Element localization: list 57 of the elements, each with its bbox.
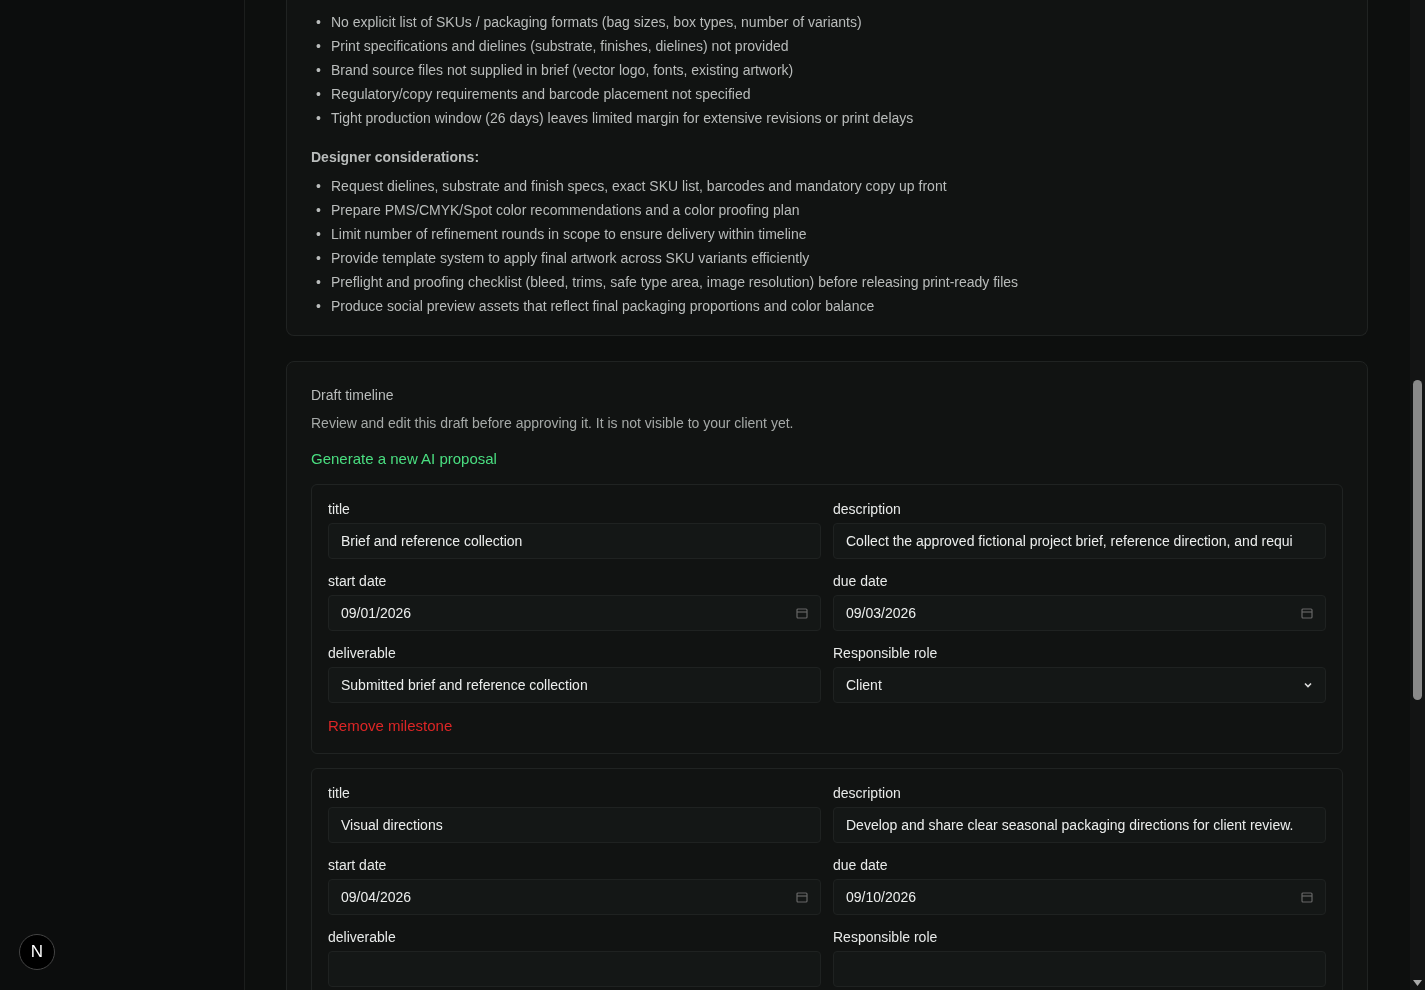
section-title: Draft timeline — [311, 386, 395, 405]
calendar-icon — [796, 891, 808, 903]
bullet-marker: • — [316, 13, 322, 31]
bullet-item: Print specifications and dielines (substrate, finishes, dielines) not provided — [331, 37, 789, 55]
select-field[interactable]: Client — [833, 667, 1326, 703]
bullet-item: Regulatory/copy requirements and barcode placement not specified — [331, 85, 751, 103]
chevron-down-icon — [1303, 680, 1313, 690]
bullet-marker: • — [316, 61, 322, 79]
bullet-marker: • — [316, 225, 322, 243]
bullet-marker: • — [316, 85, 322, 103]
field-label: deliverable — [328, 645, 397, 661]
scrollbar[interactable] — [1410, 0, 1425, 990]
input-field[interactable]: Visual directions — [328, 807, 821, 843]
field-label: start date — [328, 857, 388, 873]
generate-link[interactable]: Generate a new AI proposal — [311, 448, 497, 470]
field-label: due date — [833, 857, 889, 873]
input-field[interactable]: Collect the approved fictional project brief, reference direction, and requi — [833, 523, 1326, 559]
bullet-marker: • — [316, 249, 322, 267]
description-text: Review and edit this draft before approving it. It is not visible to your client yet. — [311, 414, 795, 433]
bullet-item: Limit number of refinement rounds in scope to ensure delivery within timeline — [331, 225, 807, 243]
bullet-marker: • — [316, 109, 322, 127]
field-label: title — [328, 501, 351, 517]
bullet-item: Produce social preview assets that reflect final packaging proportions and color balance — [331, 297, 875, 315]
bullet-marker: • — [316, 37, 322, 55]
field-label: deliverable — [328, 929, 397, 945]
input-field[interactable]: Submitted brief and reference collection — [328, 667, 821, 703]
bullet-marker: • — [316, 273, 322, 291]
bullet-item: Prepare PMS/CMYK/Spot color recommendations and a color proofing plan — [331, 201, 800, 219]
date-field[interactable]: 09/03/2026 — [833, 595, 1326, 631]
bullet-item: Tight production window (26 days) leaves limited margin for extensive revisions or print delays — [331, 109, 914, 127]
date-field[interactable]: 09/01/2026 — [328, 595, 821, 631]
field-label: description — [833, 785, 902, 801]
scroll-down-arrow-icon[interactable] — [1413, 980, 1422, 986]
field-label: title — [328, 785, 351, 801]
input-field[interactable]: Brief and reference collection — [328, 523, 821, 559]
calendar-icon — [1301, 607, 1313, 619]
bullet-item: Preflight and proofing checklist (bleed, trims, safe type area, image resolution) before releasing print-ready files — [331, 273, 1019, 291]
calendar-icon — [1301, 891, 1313, 903]
bullet-marker: • — [316, 177, 322, 195]
date-field[interactable]: 09/04/2026 — [328, 879, 821, 915]
bullet-item: Provide template system to apply final artwork across SKU variants efficiently — [331, 249, 810, 267]
remove-link[interactable]: Remove milestone — [328, 717, 453, 734]
field-label: description — [833, 501, 902, 517]
field-label: Responsible role — [833, 645, 939, 661]
scrollbar-thumb[interactable] — [1413, 380, 1422, 700]
bullet-marker: • — [316, 201, 322, 219]
field-label: start date — [328, 573, 388, 589]
bullet-marker: • — [316, 297, 322, 315]
field-label: due date — [833, 573, 889, 589]
field-label: Responsible role — [833, 929, 939, 945]
input-field[interactable]: Develop and share clear seasonal packaging directions for client review. — [833, 807, 1326, 843]
bullet-item: Request dielines, substrate and finish specs, exact SKU list, barcodes and mandatory copy up front — [331, 177, 947, 195]
date-field[interactable]: 09/10/2026 — [833, 879, 1326, 915]
bullet-item: No explicit list of SKUs / packaging formats (bag sizes, box types, number of variants) — [331, 13, 862, 31]
section-heading: Designer considerations: — [311, 148, 481, 167]
bullet-item: Brand source files not supplied in brief (vector logo, fonts, existing artwork) — [331, 61, 794, 79]
calendar-icon — [796, 607, 808, 619]
